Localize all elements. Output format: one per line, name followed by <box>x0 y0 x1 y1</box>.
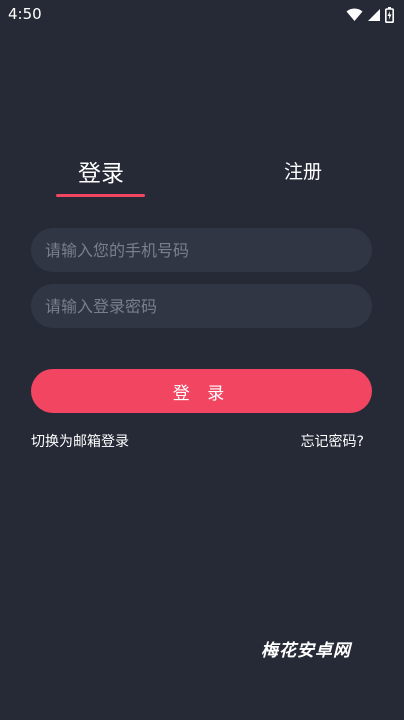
tab-register[interactable]: 注册 <box>284 157 322 184</box>
password-input[interactable] <box>31 284 372 328</box>
active-tab-indicator <box>56 194 145 197</box>
forgot-password-link[interactable]: 忘记密码? <box>301 431 364 451</box>
status-time: 4:50 <box>8 5 42 23</box>
wifi-icon <box>346 8 363 22</box>
switch-email-login-link[interactable]: 切换为邮箱登录 <box>31 431 129 451</box>
signal-icon <box>367 8 381 22</box>
tab-login[interactable]: 登录 <box>78 154 124 188</box>
status-bar: 4:50 <box>0 0 404 30</box>
phone-input[interactable] <box>31 228 372 272</box>
status-icons <box>346 7 394 23</box>
login-button[interactable]: 登 录 <box>31 369 372 413</box>
battery-icon <box>385 7 394 23</box>
watermark: 梅花安卓网 <box>261 641 351 661</box>
